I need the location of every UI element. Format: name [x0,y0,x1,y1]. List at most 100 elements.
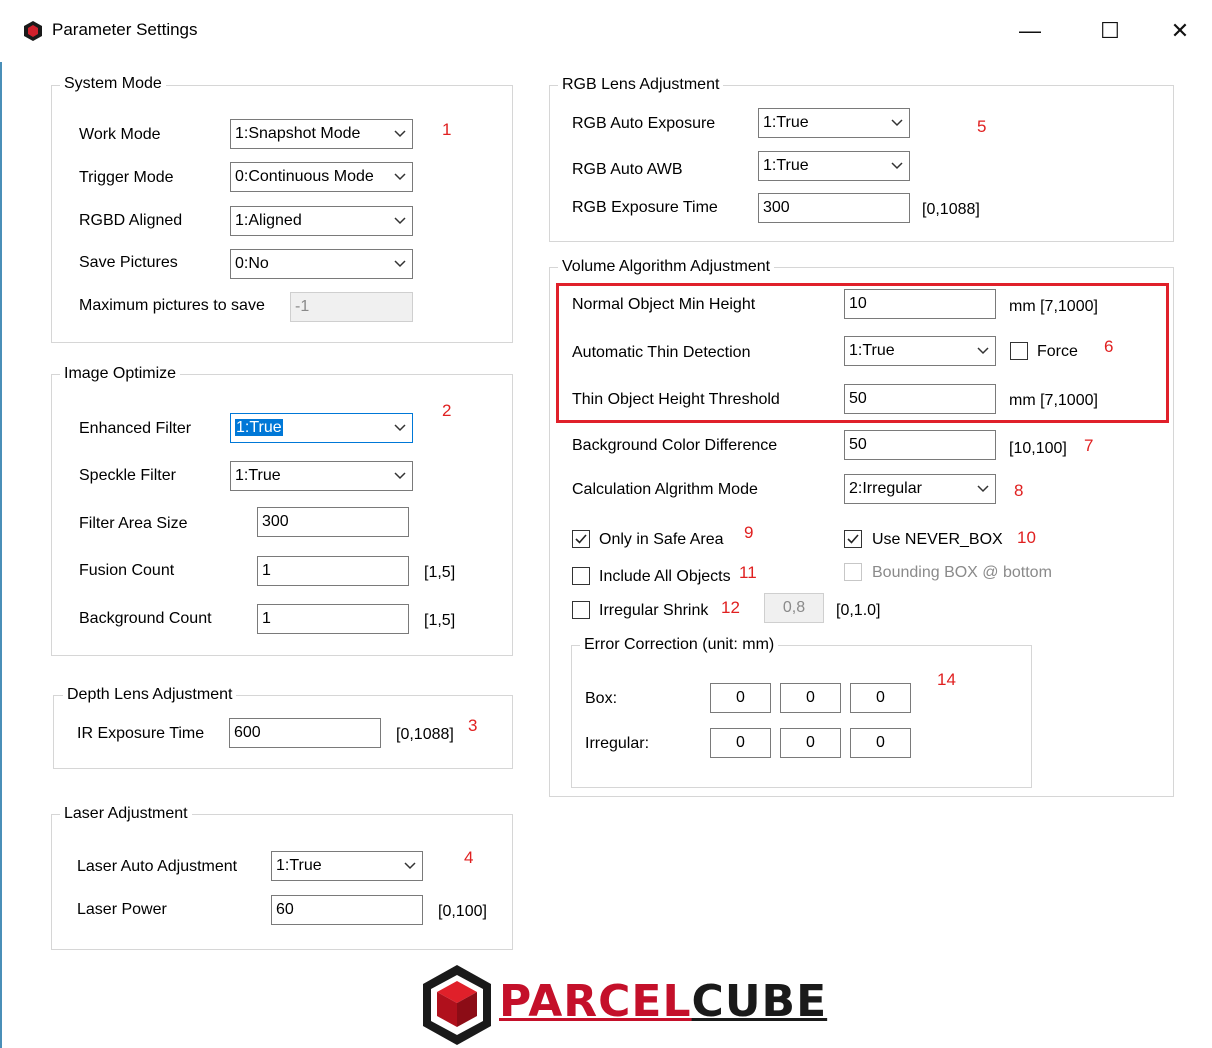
chevron-down-icon [404,862,416,870]
work-mode-value: 1:Snapshot Mode [235,125,361,142]
filter-area-size-input[interactable]: 300 [257,507,409,537]
marker-2: 2 [442,401,452,420]
normal-min-height-input[interactable]: 10 [844,289,996,319]
laser-auto-value: 1:True [276,857,322,874]
marker-7: 7 [1084,436,1094,455]
irregular-shrink-input[interactable]: 0,8 [764,593,824,623]
irregular-z-input[interactable]: 0 [850,728,911,758]
speckle-filter-select[interactable]: 1:True [230,461,413,491]
auto-thin-label: Automatic Thin Detection [572,344,751,361]
marker-10: 10 [1017,528,1036,547]
chevron-down-icon [394,260,406,268]
fusion-count-label: Fusion Count [79,562,175,579]
rgb-exposure-time-range: [0,1088] [922,201,980,218]
system-mode-title: System Mode [60,75,166,93]
ir-exposure-input[interactable]: 600 [229,718,381,748]
checkmark-icon [575,534,587,544]
close-icon: ✕ [1170,18,1190,43]
image-optimize-title: Image Optimize [60,365,181,383]
laser-auto-select[interactable]: 1:True [271,851,423,881]
speckle-filter-label: Speckle Filter [79,467,176,484]
rgb-exposure-time-label: RGB Exposure Time [572,199,718,216]
bg-color-diff-range: [10,100] [1009,440,1067,457]
bg-color-diff-label: Background Color Difference [572,437,778,454]
box-y-input[interactable]: 0 [780,683,841,713]
rgbd-aligned-select[interactable]: 1:Aligned [230,206,413,236]
rgb-lens-title: RGB Lens Adjustment [558,76,724,94]
fusion-count-input[interactable]: 1 [257,556,409,586]
force-checkbox[interactable] [1010,342,1028,360]
auto-thin-select[interactable]: 1:True [844,336,996,366]
ir-exposure-range: [0,1088] [396,726,454,743]
laser-auto-label: Laser Auto Adjustment [77,858,238,875]
window-title: Parameter Settings [52,20,198,39]
max-pictures-label: Maximum pictures to save [79,297,265,314]
work-mode-label: Work Mode [79,126,161,143]
thin-threshold-label: Thin Object Height Threshold [572,391,780,408]
irregular-shrink-label: Irregular Shrink [599,602,709,619]
only-safe-area-checkbox[interactable] [572,530,590,548]
background-count-range: [1,5] [424,612,456,629]
marker-9: 9 [744,523,754,542]
calc-mode-label: Calculation Algrithm Mode [572,481,758,498]
irregular-shrink-range: [0,1.0] [836,602,881,619]
thin-threshold-input[interactable]: 50 [844,384,996,414]
rgbd-aligned-label: RGBD Aligned [79,212,183,229]
laser-power-input[interactable]: 60 [271,895,423,925]
fusion-count-range: [1,5] [424,564,456,581]
work-mode-select[interactable]: 1:Snapshot Mode [230,119,413,149]
laser-power-range: [0,100] [438,903,487,920]
chevron-down-icon [394,217,406,225]
rgb-auto-exposure-select[interactable]: 1:True [758,108,910,138]
marker-8: 8 [1014,481,1024,500]
rgb-auto-awb-select[interactable]: 1:True [758,151,910,181]
minimize-button[interactable]: — [1010,14,1050,48]
rgb-exposure-time-input[interactable]: 300 [758,193,910,223]
normal-min-height-range: mm [7,1000] [1009,298,1098,315]
marker-11: 11 [739,563,757,582]
chevron-down-icon [394,424,406,432]
force-label: Force [1037,343,1078,360]
speckle-filter-value: 1:True [235,467,281,484]
chevron-down-icon [977,485,989,493]
maximize-icon: ☐ [1100,18,1120,43]
calc-mode-select[interactable]: 2:Irregular [844,474,996,504]
parcelcube-logo: PARCELCUBE [421,963,891,1048]
include-all-checkbox[interactable] [572,567,590,585]
irregular-shrink-checkbox[interactable] [572,601,590,619]
close-button[interactable]: ✕ [1160,14,1200,48]
thin-threshold-range: mm [7,1000] [1009,392,1098,409]
box-z-input[interactable]: 0 [850,683,911,713]
enhanced-filter-select[interactable]: 1:True [230,413,413,443]
trigger-mode-label: Trigger Mode [79,169,174,186]
save-pictures-select[interactable]: 0:No [230,249,413,279]
chevron-down-icon [891,119,903,127]
marker-14: 14 [937,670,956,689]
chevron-down-icon [394,472,406,480]
use-never-box-label: Use NEVER_BOX [872,531,1003,548]
laser-title: Laser Adjustment [60,805,192,823]
bounding-bottom-label: Bounding BOX @ bottom [872,564,1052,581]
max-pictures-input[interactable]: -1 [290,292,413,322]
chevron-down-icon [394,130,406,138]
marker-4: 4 [464,848,474,867]
irregular-y-input[interactable]: 0 [780,728,841,758]
filter-area-size-label: Filter Area Size [79,515,188,532]
box-x-input[interactable]: 0 [710,683,771,713]
trigger-mode-select[interactable]: 0:Continuous Mode [230,162,413,192]
window-edge [0,0,2,1048]
marker-12: 12 [721,598,740,617]
maximize-button[interactable]: ☐ [1090,14,1130,48]
use-never-box-checkbox[interactable] [844,530,862,548]
volume-title: Volume Algorithm Adjustment [558,258,775,276]
save-pictures-value: 0:No [235,255,269,272]
marker-3: 3 [468,716,478,735]
bg-color-diff-input[interactable]: 50 [844,430,996,460]
rgb-auto-awb-label: RGB Auto AWB [572,161,683,178]
logo-text-cube: CUBE [691,976,828,1027]
bounding-bottom-checkbox[interactable] [844,563,862,581]
irregular-x-input[interactable]: 0 [710,728,771,758]
enhanced-filter-label: Enhanced Filter [79,420,192,437]
background-count-input[interactable]: 1 [257,604,409,634]
box-label: Box: [585,690,618,707]
